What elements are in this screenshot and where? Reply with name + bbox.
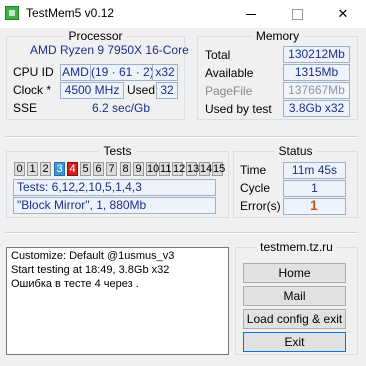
title-bar: TestMem5 v0.12 ✕ bbox=[0, 0, 366, 28]
total-label: Total bbox=[205, 48, 231, 62]
total-field: 130212Mb bbox=[283, 46, 350, 63]
memory-title: Memory bbox=[251, 29, 304, 43]
tests-title: Tests bbox=[99, 144, 136, 158]
used-by-test-field: 3.8Gb x32 bbox=[283, 100, 350, 117]
test-cell-1: 1 bbox=[27, 162, 38, 176]
test-cell-14: 14 bbox=[199, 162, 213, 176]
test-cell-9: 9 bbox=[133, 162, 144, 176]
available-field: 1315Mb bbox=[283, 64, 350, 81]
site-label: testmem.tz.ru bbox=[256, 240, 337, 254]
test-cell-4: 4 bbox=[67, 162, 78, 176]
exit-button[interactable]: Exit bbox=[243, 332, 346, 352]
minimize-icon bbox=[246, 14, 256, 16]
time-label: Time bbox=[240, 163, 267, 177]
load-config-exit-button[interactable]: Load config & exit bbox=[243, 309, 346, 329]
cpu-id-field: (19 · 61 · 2) bbox=[90, 64, 153, 81]
status-title: Status bbox=[274, 144, 317, 158]
clock-field: 4500 MHz bbox=[60, 82, 124, 99]
test-cell-8: 8 bbox=[120, 162, 131, 176]
test-cell-11: 11 bbox=[159, 162, 172, 176]
available-label: Available bbox=[205, 66, 254, 80]
testmem-window: TestMem5 v0.12 ✕ Processor AMD Ryzen 9 7… bbox=[0, 0, 366, 366]
maximize-icon bbox=[291, 9, 303, 21]
cpu-name: AMD Ryzen 9 7950X 16-Core bbox=[30, 43, 189, 57]
log-line: Start testing at 18:49, 3.8Gb x32 bbox=[11, 264, 170, 276]
errors-count: 1 bbox=[310, 197, 318, 213]
cpu-vendor-field: AMD bbox=[60, 64, 91, 81]
log-line: Customize: Default @1usmus_v3 bbox=[11, 250, 175, 262]
errors-label: Error(s) bbox=[240, 199, 281, 213]
cpu-id-label: CPU ID bbox=[13, 65, 54, 79]
pagefile-field: 137667Mb bbox=[283, 82, 350, 99]
sse-label: SSE bbox=[13, 101, 38, 115]
test-sequence-field: Tests: 6,12,2,10,5,1,4,3 bbox=[13, 179, 216, 196]
test-cell-3: 3 bbox=[54, 162, 65, 176]
pagefile-label: PageFile bbox=[205, 84, 253, 98]
close-icon: ✕ bbox=[337, 6, 349, 21]
test-cell-12: 12 bbox=[172, 162, 186, 176]
clock-label: Clock * bbox=[13, 83, 52, 97]
test-cell-15: 15 bbox=[212, 162, 226, 176]
test-cell-6: 6 bbox=[93, 162, 104, 176]
used-label: Used bbox=[127, 83, 156, 97]
maximize-button[interactable] bbox=[274, 0, 320, 28]
separator bbox=[6, 232, 358, 234]
close-button[interactable]: ✕ bbox=[320, 0, 366, 28]
current-test-field: "Block Mirror", 1, 880Mb bbox=[13, 197, 216, 214]
test-cell-10: 10 bbox=[146, 162, 160, 176]
minimize-button[interactable] bbox=[228, 0, 274, 28]
test-cell-2: 2 bbox=[40, 162, 51, 176]
app-icon bbox=[5, 6, 19, 20]
log-line: Ошибка в тесте 4 через . bbox=[11, 278, 139, 290]
mail-button[interactable]: Mail bbox=[243, 286, 346, 306]
time-field: 11m 45s bbox=[283, 162, 346, 179]
used-by-test-label: Used by test bbox=[205, 102, 272, 116]
log-box[interactable]: Customize: Default @1usmus_v3 Start test… bbox=[6, 247, 229, 355]
cycle-label: Cycle bbox=[240, 181, 271, 195]
test-cell-5: 5 bbox=[80, 162, 91, 176]
window-title: TestMem5 v0.12 bbox=[26, 6, 115, 20]
cycle-field: 1 bbox=[283, 180, 346, 197]
test-cell-0: 0 bbox=[14, 162, 25, 176]
test-cell-13: 13 bbox=[186, 162, 200, 176]
separator bbox=[6, 136, 358, 138]
test-cell-7: 7 bbox=[106, 162, 117, 176]
sse-value: 6.2 sec/Gb bbox=[92, 101, 151, 115]
processor-title: Processor bbox=[64, 29, 127, 43]
cpu-arch-field: x32 bbox=[152, 64, 178, 81]
home-button[interactable]: Home bbox=[243, 263, 346, 283]
used-field: 32 bbox=[156, 82, 178, 99]
